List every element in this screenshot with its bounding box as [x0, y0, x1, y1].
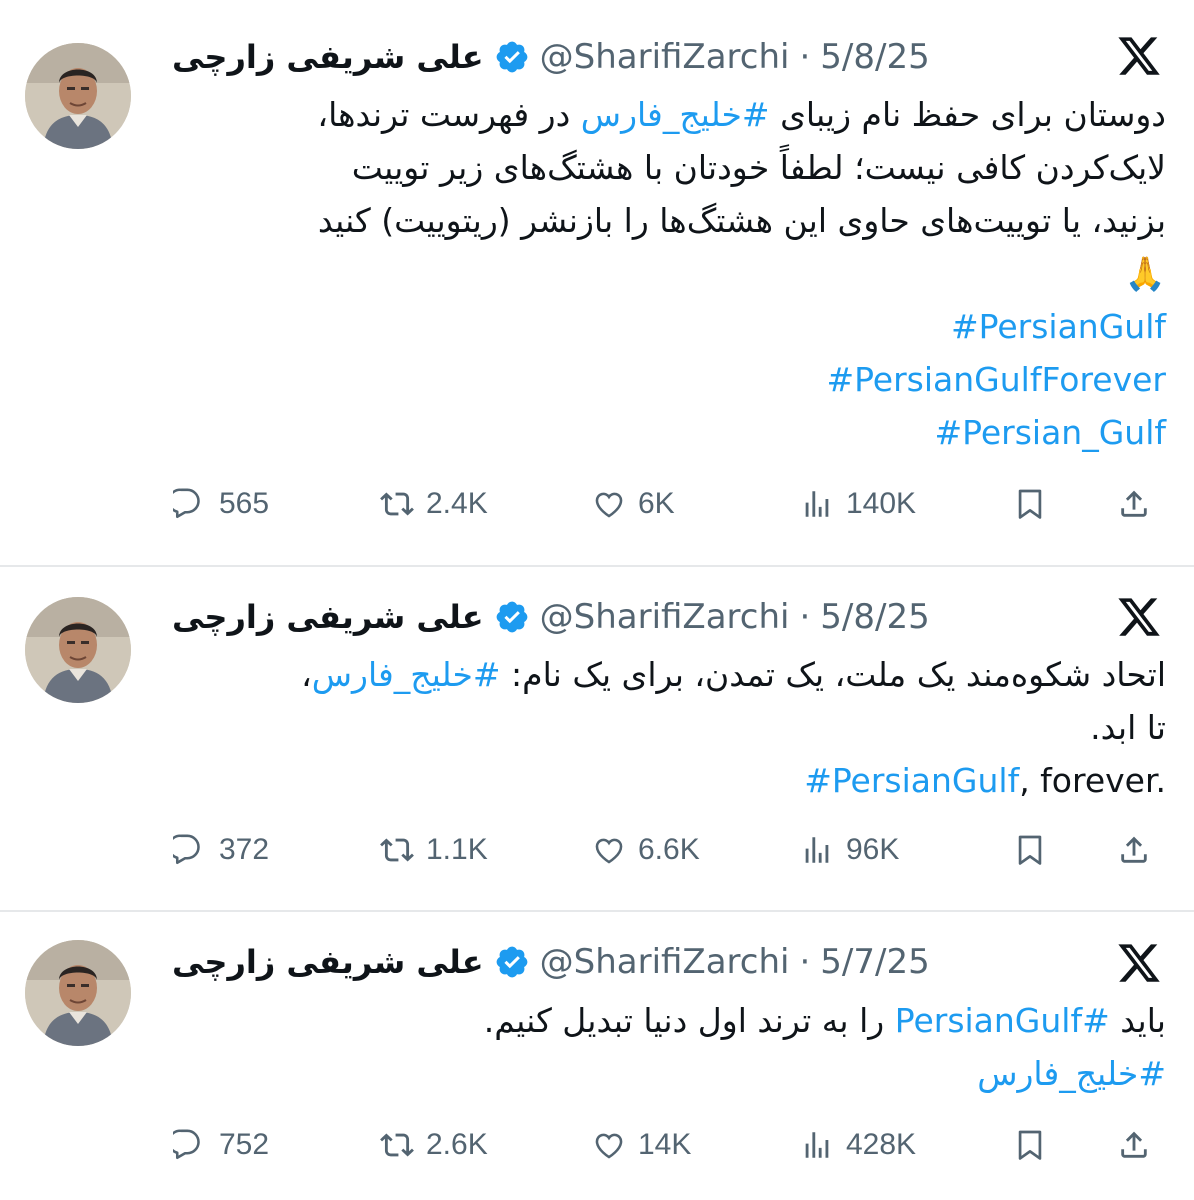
bookmark-button[interactable] — [1013, 479, 1047, 529]
verified-badge-icon — [496, 41, 527, 73]
bookmark-icon — [1018, 835, 1042, 865]
author-name[interactable]: علی شریفی زارچی — [172, 943, 484, 981]
tweet-header: علی شریفی زارچی @SharifiZarchi · 5/7/25 — [172, 939, 930, 985]
tweet-text-line: تا ابد. — [1090, 708, 1166, 747]
hashtag-link[interactable]: #PersianGulf — [804, 761, 1019, 800]
repost-button[interactable]: 2.4K — [380, 479, 488, 529]
views-button[interactable]: 96K — [800, 825, 899, 875]
repost-icon — [380, 838, 414, 862]
hashtag-link[interactable]: #PersianGulf — [895, 1001, 1110, 1040]
repost-button[interactable]: 2.6K — [380, 1120, 488, 1170]
header-separator: · — [799, 597, 811, 637]
bookmark-button[interactable] — [1013, 1120, 1047, 1170]
verified-badge-icon — [496, 946, 527, 978]
author-name[interactable]: علی شریفی زارچی — [172, 598, 484, 636]
tweet-text-line: بزنید، یا توییت‌های حاوی این هشتگ‌ها را … — [317, 201, 1166, 240]
action-bar: 372 1.1K 6.6K 96K — [0, 825, 1194, 875]
share-icon — [1121, 1131, 1147, 1158]
tweet-header: علی شریفی زارچی @SharifiZarchi · 5/8/25 — [172, 34, 930, 80]
reply-icon — [173, 488, 200, 519]
bookmark-icon — [1018, 489, 1042, 519]
author-name[interactable]: علی شریفی زارچی — [172, 38, 484, 76]
tweet-1[interactable]: علی شریفی زارچی @SharifiZarchi · 5/8/25 … — [0, 0, 1194, 560]
tweet-date[interactable]: 5/8/25 — [820, 37, 929, 77]
author-handle[interactable]: @SharifiZarchi — [540, 597, 790, 637]
views-icon — [805, 837, 829, 863]
tweet-date[interactable]: 5/7/25 — [820, 942, 929, 982]
tweet-date[interactable]: 5/8/25 — [820, 597, 929, 637]
tweet-text-line: باید #PersianGulf را به ترند اول دنیا تب… — [483, 1001, 1166, 1040]
avatar[interactable] — [25, 43, 131, 149]
tweet-2[interactable]: علی شریفی زارچی @SharifiZarchi · 5/8/25 … — [0, 567, 1194, 909]
share-button[interactable] — [1117, 825, 1151, 875]
like-count: 6.6K — [638, 833, 700, 866]
header-separator: · — [799, 942, 811, 982]
reply-count: 372 — [219, 833, 270, 866]
tweet-text-line: #PersianGulf, forever. — [804, 761, 1166, 800]
views-icon — [805, 1132, 829, 1158]
like-button[interactable]: 6.6K — [592, 825, 700, 875]
avatar[interactable] — [25, 940, 131, 1046]
repost-count: 2.4K — [426, 487, 488, 520]
heart-icon — [595, 492, 623, 518]
share-icon — [1121, 490, 1147, 517]
share-button[interactable] — [1117, 1120, 1151, 1170]
x-logo-icon[interactable] — [1114, 940, 1164, 986]
views-icon — [805, 491, 829, 517]
x-logo-icon[interactable] — [1114, 594, 1164, 640]
hashtag-link[interactable]: #خلیج_فارس — [581, 95, 770, 134]
tweet-header: علی شریفی زارچی @SharifiZarchi · 5/8/25 — [172, 594, 930, 640]
bookmark-icon — [1018, 1130, 1042, 1160]
tweet-3[interactable]: علی شریفی زارچی @SharifiZarchi · 5/7/25 … — [0, 912, 1194, 1200]
header-separator: · — [799, 37, 811, 77]
tweet-text: باید #PersianGulf را به ترند اول دنیا تب… — [166, 994, 1166, 1100]
avatar[interactable] — [25, 597, 131, 703]
repost-icon — [380, 492, 414, 516]
like-button[interactable]: 14K — [592, 1120, 691, 1170]
action-bar: 565 2.4K 6K 140K — [0, 479, 1194, 529]
author-handle[interactable]: @SharifiZarchi — [540, 942, 790, 982]
views-button[interactable]: 140K — [800, 479, 916, 529]
views-count: 96K — [846, 833, 900, 866]
repost-count: 2.6K — [426, 1128, 488, 1161]
views-count: 140K — [846, 487, 917, 520]
reply-button[interactable]: 752 — [173, 1120, 269, 1170]
reply-count: 752 — [219, 1128, 270, 1161]
heart-icon — [595, 1133, 623, 1159]
share-button[interactable] — [1117, 479, 1151, 529]
repost-count: 1.1K — [426, 833, 488, 866]
reply-icon — [173, 1129, 200, 1160]
tweet-text-line: دوستان برای حفظ نام زیبای #خلیج_فارس در … — [317, 95, 1166, 134]
bookmark-button[interactable] — [1013, 825, 1047, 875]
tweet-text: اتحاد شکوه‌مند یک ملت، یک تمدن، برای یک … — [166, 648, 1166, 807]
emoji-line: 🙏 — [1124, 254, 1166, 293]
repost-button[interactable]: 1.1K — [380, 825, 488, 875]
hashtag-link[interactable]: #PersianGulfForever — [826, 360, 1166, 399]
hashtag-link[interactable]: #Persian_Gulf — [934, 413, 1166, 452]
hashtag-link[interactable]: #PersianGulf — [951, 307, 1166, 346]
reply-button[interactable]: 565 — [173, 479, 269, 529]
author-handle[interactable]: @SharifiZarchi — [540, 37, 790, 77]
tweet-text-line: اتحاد شکوه‌مند یک ملت، یک تمدن، برای یک … — [301, 655, 1166, 694]
tweet-text-line: لایک‌کردن کافی نیست؛ لطفاً خودتان با هشت… — [351, 148, 1166, 187]
action-bar: 752 2.6K 14K 428K — [0, 1120, 1194, 1170]
repost-icon — [380, 1133, 414, 1157]
share-icon — [1121, 836, 1147, 863]
reply-icon — [173, 834, 200, 865]
hashtag-link[interactable]: #خلیج_فارس — [977, 1054, 1166, 1093]
reply-count: 565 — [219, 487, 270, 520]
hashtag-link[interactable]: #خلیج_فارس — [312, 655, 501, 694]
like-count: 14K — [638, 1128, 692, 1161]
views-button[interactable]: 428K — [800, 1120, 916, 1170]
like-count: 6K — [638, 487, 675, 520]
verified-badge-icon — [496, 601, 527, 633]
tweet-text: دوستان برای حفظ نام زیبای #خلیج_فارس در … — [166, 88, 1166, 459]
reply-button[interactable]: 372 — [173, 825, 269, 875]
x-logo-icon[interactable] — [1114, 33, 1164, 79]
views-count: 428K — [846, 1128, 917, 1161]
like-button[interactable]: 6K — [592, 479, 675, 529]
heart-icon — [595, 838, 623, 864]
